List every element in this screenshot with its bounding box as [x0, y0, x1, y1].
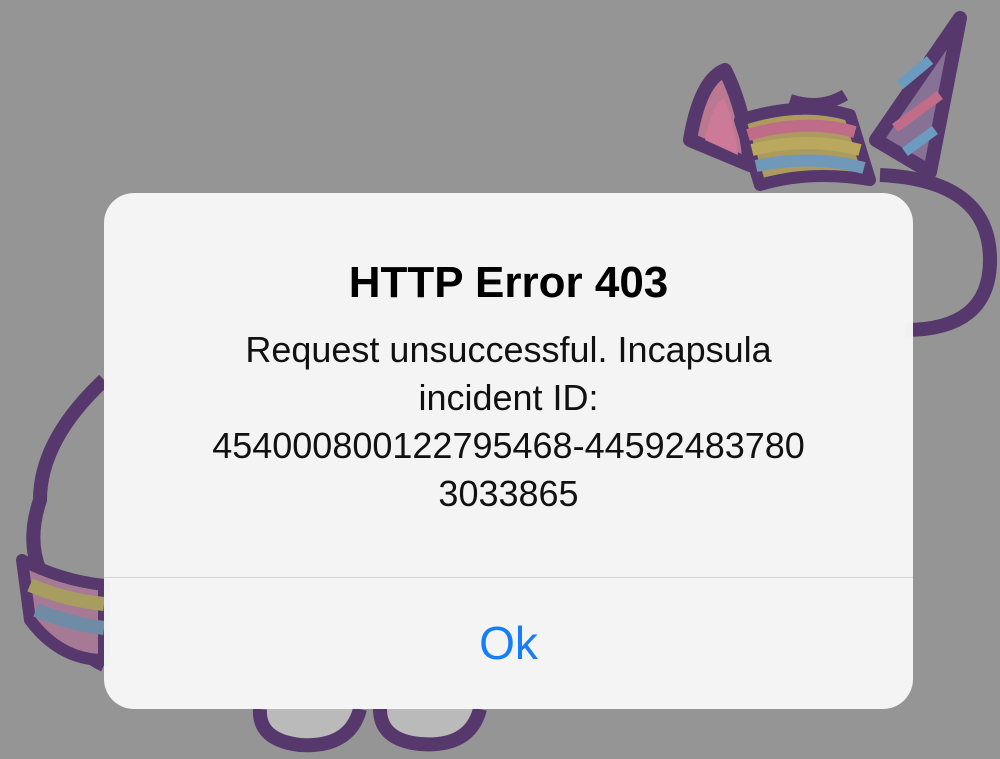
alert-message-line: 3033865: [438, 473, 579, 514]
alert-content: HTTP Error 403 Request unsuccessful. Inc…: [104, 193, 913, 577]
alert-dialog: HTTP Error 403 Request unsuccessful. Inc…: [104, 193, 913, 709]
ok-button[interactable]: Ok: [104, 578, 913, 709]
alert-message-line: incident ID:: [418, 377, 599, 418]
alert-message-line: Request unsuccessful. Incapsula: [245, 329, 772, 370]
alert-message-line: 454000800122795468-44592483780: [212, 425, 805, 466]
alert-message: Request unsuccessful. Incapsula incident…: [144, 326, 873, 518]
alert-title: HTTP Error 403: [348, 258, 669, 307]
